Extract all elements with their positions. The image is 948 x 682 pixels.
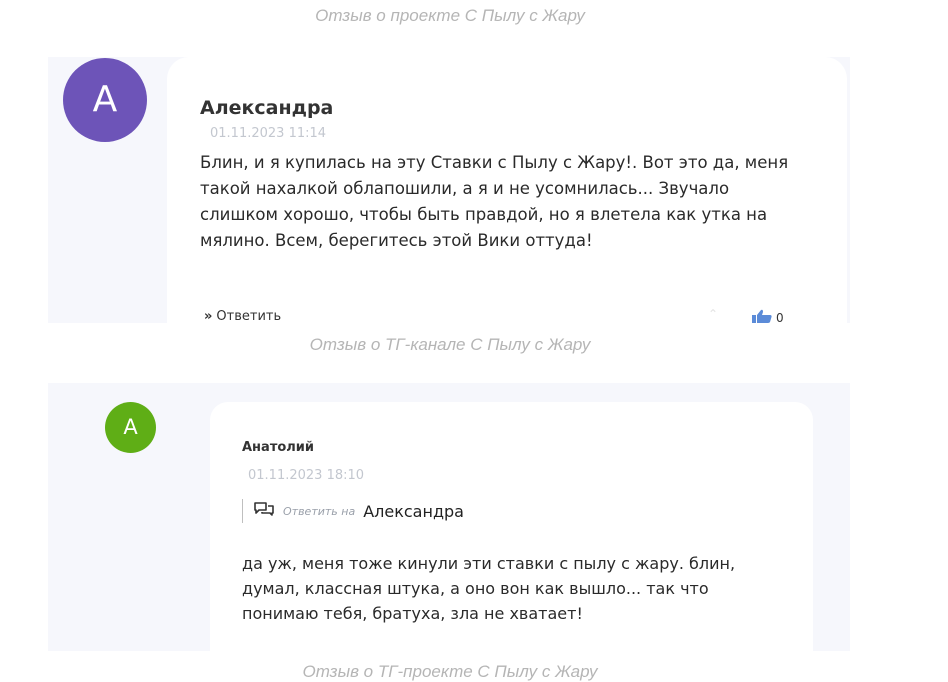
- comment-date: 01.11.2023 11:14: [210, 126, 327, 141]
- comment-text: да уж, меня тоже кинули эти ставки с пыл…: [242, 554, 736, 623]
- reply-to-name[interactable]: Александра: [363, 502, 464, 521]
- avatar: A: [105, 402, 156, 453]
- chevron-up-icon[interactable]: ⌃: [708, 307, 718, 321]
- reply-button[interactable]: » Ответить: [204, 309, 281, 324]
- caption-channel-review: Отзыв о ТГ-канале С Пылу с Жару: [309, 335, 591, 354]
- comment-text: Блин, и я купилась на эту Ставки с Пылу …: [200, 153, 789, 250]
- author-name: Анатолий: [242, 440, 315, 455]
- caption-project-review: Отзыв о проекте С Пылу с Жару: [315, 6, 585, 25]
- comment-date: 01.11.2023 18:10: [248, 468, 365, 483]
- double-chevron-right-icon: »: [204, 309, 213, 324]
- author-name: Александра: [200, 97, 334, 119]
- reply-label: Ответить: [216, 309, 282, 324]
- reply-to-reference: Ответить на Александра: [242, 499, 464, 523]
- chat-bubbles-icon: [253, 501, 275, 521]
- reply-to-label: Ответить на: [283, 504, 356, 518]
- caption-tg-project-review: Отзыв о ТГ-проекте С Пылу с Жару: [302, 662, 598, 681]
- avatar: A: [63, 58, 147, 142]
